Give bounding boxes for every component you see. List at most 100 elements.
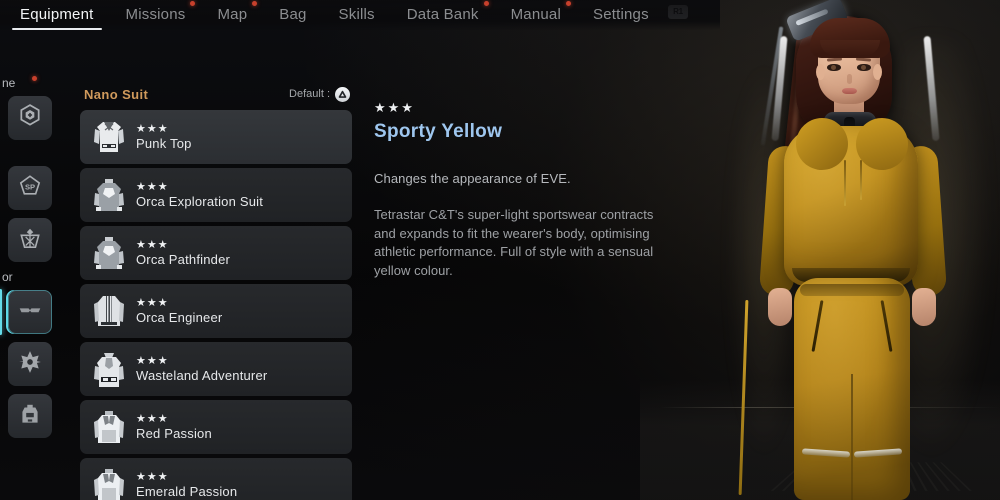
nano-suit-list-panel: Nano Suit Default : ★★★ Punk Top ★★★ Orc… (80, 84, 352, 500)
item-name: Wasteland Adventurer (136, 368, 268, 383)
tab-missions[interactable]: Missions (110, 0, 202, 30)
knee-reflective-right (853, 448, 903, 458)
pants-pocket-right (880, 300, 893, 352)
category-backpack[interactable] (8, 394, 52, 438)
default-action[interactable]: Default : (289, 86, 350, 102)
shield-core-icon (17, 103, 43, 134)
equipment-screen: Equipment Missions Map Bag Skills Data B… (0, 0, 1000, 500)
hair-bangs (810, 18, 890, 58)
category-sp[interactable]: SP (8, 166, 52, 210)
tab-bag-label: Bag (279, 6, 307, 23)
tab-settings[interactable]: Settings (577, 0, 665, 30)
notification-dot-rail-group-one (32, 76, 37, 81)
outfit-hoodie (784, 112, 918, 286)
character-model-eve (700, 0, 1000, 500)
exospine-icon (17, 225, 43, 256)
top-navigation: Equipment Missions Map Bag Skills Data B… (0, 0, 720, 30)
suit-orca-icon (90, 233, 128, 273)
suit-engineer-icon (90, 291, 128, 331)
default-label: Default : (289, 88, 330, 100)
pants-pocket-left (811, 300, 824, 352)
suit-punk-icon (90, 117, 128, 157)
rail-group-one-text: ne (2, 76, 16, 90)
suit-orca-icon (90, 175, 128, 215)
notification-dot-data-bank (483, 1, 489, 6)
gear-emblem-icon (17, 349, 43, 380)
backpack-icon (17, 401, 43, 432)
hand-left (768, 288, 792, 326)
tab-bag[interactable]: Bag (263, 0, 322, 30)
pants-leg-seam (851, 374, 853, 500)
item-name: Orca Exploration Suit (136, 194, 264, 209)
triangle-button-icon[interactable] (335, 86, 350, 102)
list-item[interactable]: ★★★ Orca Engineer (80, 284, 352, 338)
list-item-meta: ★★★ Orca Engineer (136, 297, 222, 325)
detail-description: Tetrastar C&T's super-light sportswear c… (374, 207, 654, 278)
list-item-meta: ★★★ Wasteland Adventurer (136, 355, 267, 383)
item-name: Orca Engineer (136, 310, 223, 325)
item-name: Red Passion (136, 426, 212, 441)
tab-data-bank-label: Data Bank (406, 6, 479, 23)
ear-left (816, 64, 825, 80)
detail-title: Sporty Yellow (374, 121, 503, 142)
list-title: Nano Suit (84, 86, 149, 102)
item-rarity-stars: ★★★ (136, 123, 169, 135)
item-name: Orca Pathfinder (136, 252, 231, 267)
item-rarity-stars: ★★★ (136, 239, 169, 251)
list-item[interactable]: ★★★ Punk Top (80, 110, 352, 164)
list-header: Nano Suit Default : (80, 84, 352, 104)
tab-data-bank[interactable]: Data Bank (391, 0, 495, 30)
tab-map-label: Map (217, 6, 248, 23)
list-item[interactable]: ★★★ Orca Exploration Suit (80, 168, 352, 222)
ear-right (873, 64, 882, 80)
tab-missions-label: Missions (125, 6, 186, 23)
item-rarity-stars: ★★★ (136, 413, 169, 425)
list-item-meta: ★★★ Punk Top (136, 123, 192, 151)
suit-passion-icon (90, 407, 128, 447)
tab-manual-label: Manual (510, 6, 561, 23)
hoodie-drawstring-a (844, 160, 846, 206)
list-item-meta: ★★★ Orca Exploration Suit (136, 181, 263, 209)
category-rail: ne SP or (0, 76, 58, 446)
list-item-meta: ★★★ Emerald Passion (136, 471, 237, 499)
pants-waistband (800, 284, 904, 296)
list-item-meta: ★★★ Orca Pathfinder (136, 239, 230, 267)
item-detail-panel: ★★★ Sporty Yellow Changes the appearance… (374, 100, 674, 280)
nano-suit-items: ★★★ Punk Top ★★★ Orca Exploration Suit ★… (80, 110, 352, 500)
category-shield-core[interactable] (8, 96, 52, 140)
item-rarity-stars: ★★★ (136, 471, 169, 483)
tab-settings-label: Settings (593, 6, 649, 23)
tab-equipment-label: Equipment (20, 6, 94, 23)
detail-rarity-stars: ★★★ (374, 100, 415, 115)
list-item[interactable]: ★★★ Orca Pathfinder (80, 226, 352, 280)
rail-group-one-label: ne (2, 76, 58, 90)
list-item[interactable]: ★★★ Red Passion (80, 400, 352, 454)
list-item[interactable]: ★★★ Wasteland Adventurer (80, 342, 352, 396)
item-name: Punk Top (136, 136, 192, 151)
tab-skills[interactable]: Skills (323, 0, 391, 30)
rail-spacer-one (0, 148, 58, 166)
eye-left (827, 64, 841, 71)
tab-map[interactable]: Map (201, 0, 263, 30)
tab-equipment[interactable]: Equipment (4, 0, 110, 30)
sp-pentagon-icon: SP (17, 173, 43, 204)
tab-manual[interactable]: Manual (495, 0, 577, 30)
item-rarity-stars: ★★★ (136, 181, 169, 193)
rail-group-two-label: or (2, 270, 58, 284)
category-nano-suit[interactable] (0, 289, 52, 335)
category-gear-emblem[interactable] (8, 342, 52, 386)
notification-dot-missions (190, 1, 196, 6)
notification-dot-map (252, 1, 258, 6)
suit-passion-icon (90, 465, 128, 500)
detail-subtitle: Changes the appearance of EVE. (374, 171, 571, 186)
suit-wasteland-icon (90, 349, 128, 389)
item-name: Emerald Passion (136, 484, 238, 499)
list-item[interactable]: ★★★ Emerald Passion (80, 458, 352, 500)
outfit-pants (794, 278, 910, 500)
notification-dot-manual (566, 1, 571, 6)
eye-right (857, 64, 871, 71)
list-item-meta: ★★★ Red Passion (136, 413, 212, 441)
category-exospine[interactable] (8, 218, 52, 262)
hoodie-drawstring-b (860, 160, 862, 200)
svg-text:SP: SP (25, 182, 35, 191)
